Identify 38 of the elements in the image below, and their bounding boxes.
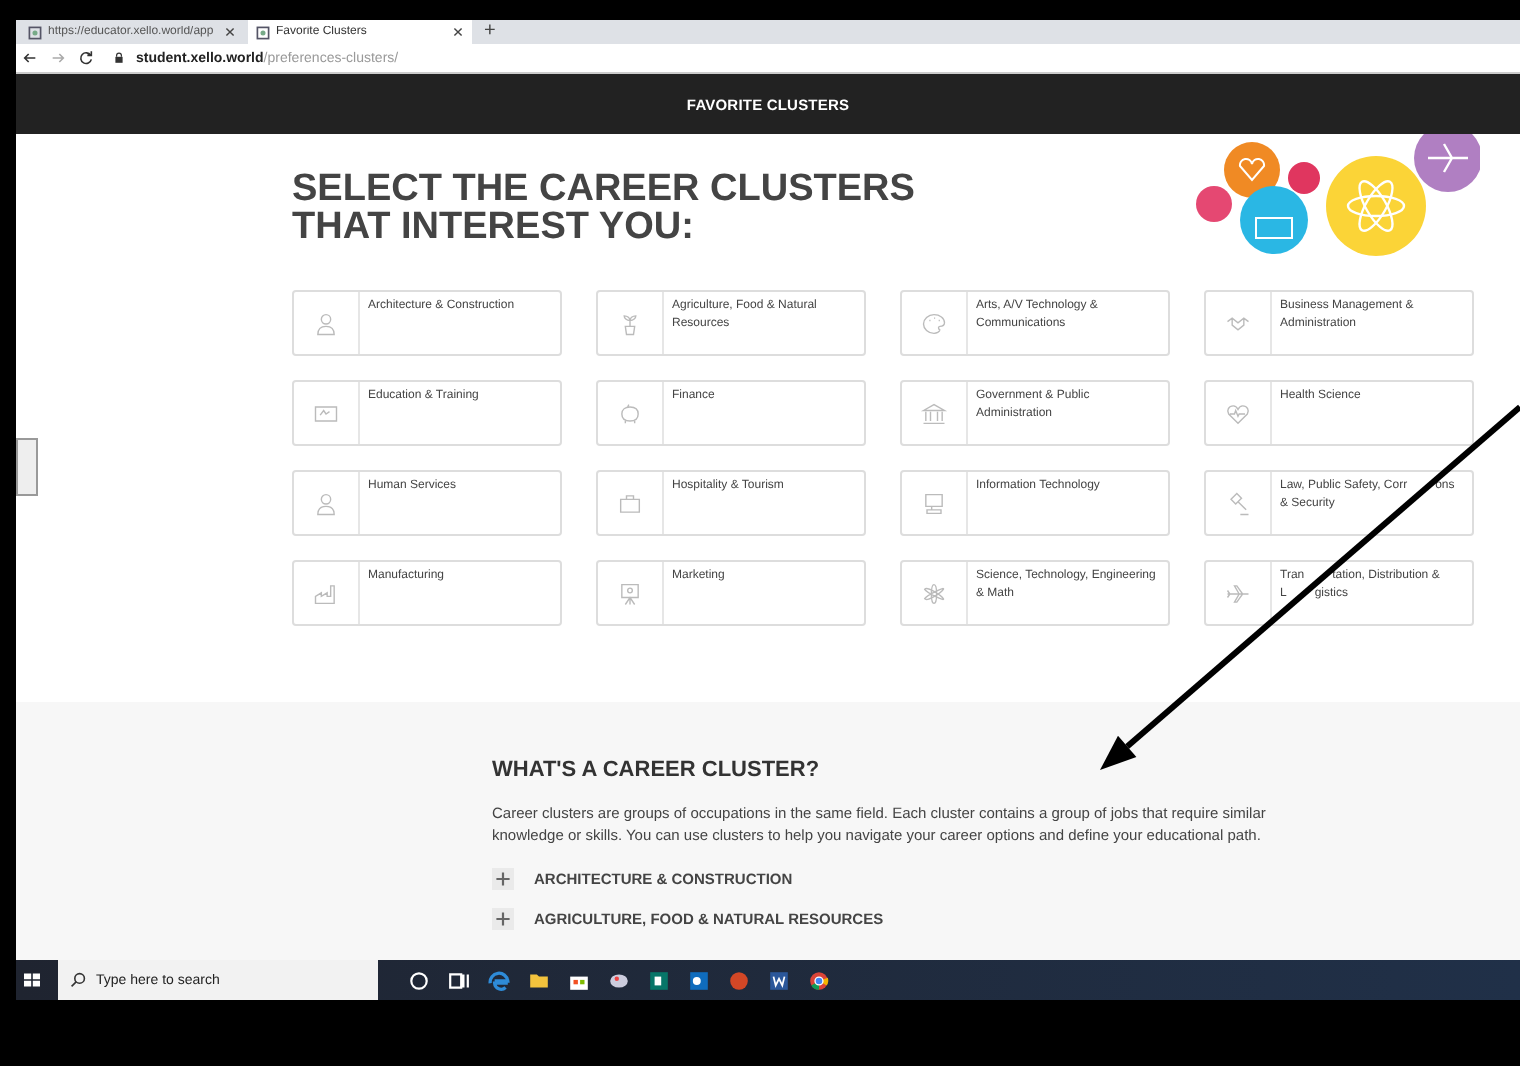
- easel-icon: [616, 579, 644, 607]
- person-icon: [312, 309, 340, 337]
- folder-icon[interactable]: [528, 969, 550, 991]
- new-tab-button[interactable]: +: [476, 20, 504, 45]
- suitcase-icon: [616, 489, 644, 517]
- section-heading: WHAT'S A CAREER CLUSTER?: [492, 758, 822, 782]
- windows-icon[interactable]: [24, 972, 40, 988]
- edge-icon[interactable]: [488, 969, 510, 991]
- lock-icon: [114, 52, 124, 65]
- person-icon: [312, 489, 340, 517]
- close-icon[interactable]: [452, 26, 464, 39]
- atom-icon: [920, 579, 948, 607]
- heart-icon: [1224, 399, 1252, 427]
- building-icon: [920, 399, 948, 427]
- palette-icon: [920, 309, 948, 337]
- side-handle[interactable]: [16, 438, 38, 496]
- task-view-icon[interactable]: [448, 969, 470, 991]
- piggy-bank-icon: [616, 399, 644, 427]
- site-icon: [28, 25, 42, 40]
- close-icon[interactable]: [224, 26, 236, 39]
- paint-icon[interactable]: [608, 969, 630, 991]
- airplane-icon: [1224, 579, 1252, 607]
- back-icon[interactable]: [22, 50, 38, 67]
- reload-icon[interactable]: [78, 50, 94, 67]
- page-heading: SELECT THE CAREER CLUSTERS THAT INTEREST YOU:: [292, 170, 917, 252]
- cortana-icon[interactable]: [408, 969, 430, 991]
- publisher-icon[interactable]: [648, 969, 670, 991]
- site-icon: [256, 25, 270, 40]
- factory-icon: [312, 579, 340, 607]
- search-icon: [70, 972, 86, 988]
- plus-icon[interactable]: [492, 907, 514, 929]
- plus-icon[interactable]: [492, 867, 514, 889]
- gavel-icon: [1224, 489, 1252, 517]
- powerpoint-icon[interactable]: [728, 969, 750, 991]
- outlook-icon[interactable]: [688, 969, 710, 991]
- word-icon[interactable]: [768, 969, 790, 991]
- computer-icon: [920, 489, 948, 517]
- chrome-icon[interactable]: [808, 969, 830, 991]
